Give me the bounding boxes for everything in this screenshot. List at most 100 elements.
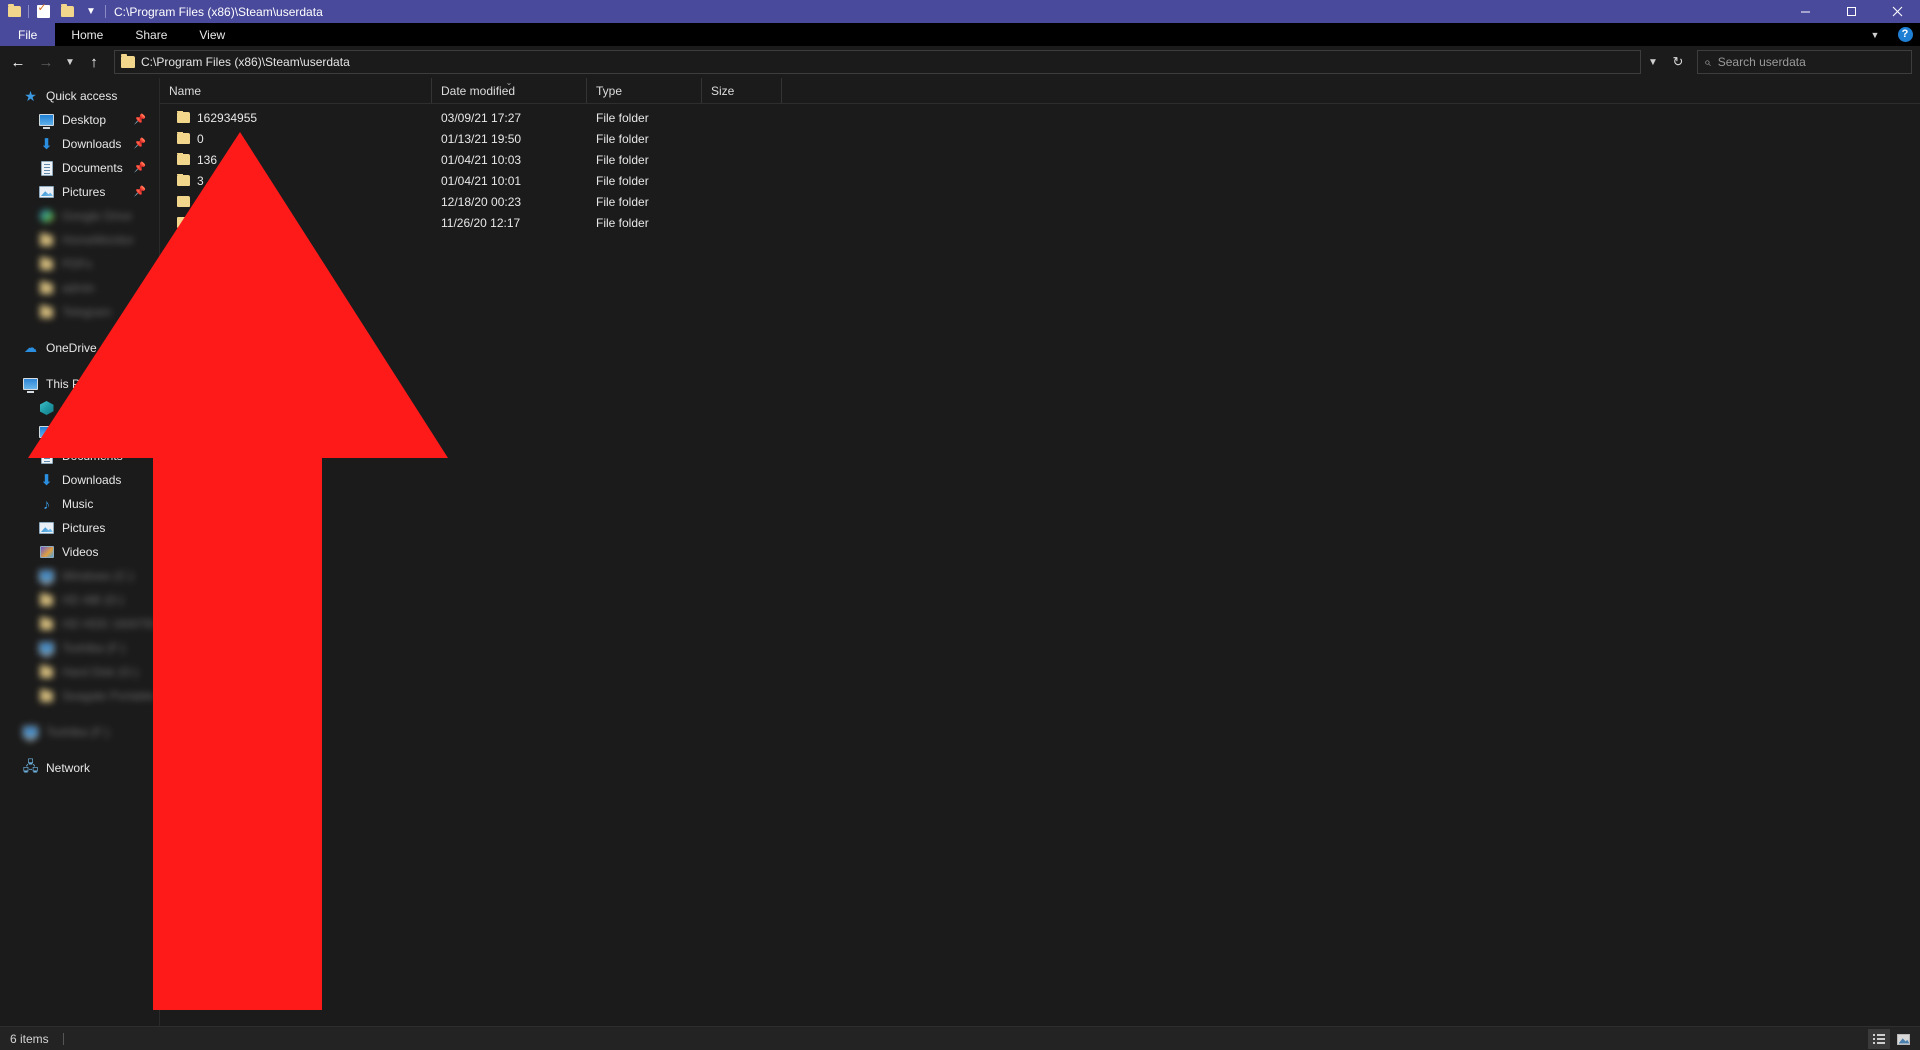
title-bar: ▼ C:\Program Files (x86)\Steam\userdata <box>0 0 1920 23</box>
sidebar-item-redacted-4[interactable]: admin <box>0 276 160 300</box>
status-bar: 6 items <box>0 1026 1920 1050</box>
sidebar-item-redacted-5[interactable]: Telegram <box>0 300 160 324</box>
qat-customize-chevron-icon[interactable]: ▼ <box>79 0 103 23</box>
help-button[interactable]: ? <box>1890 23 1920 46</box>
sidebar-label: Documents <box>62 161 123 175</box>
search-icon: ⌕ <box>1704 54 1711 69</box>
sidebar-item-pc-downloads[interactable]: ⬇ Downloads <box>0 468 160 492</box>
sidebar-item-redacted-2[interactable]: HomeMonitor <box>0 228 160 252</box>
folder-icon <box>38 232 55 249</box>
table-row[interactable]: 3 01/04/21 10:01 File folder <box>160 170 1920 191</box>
tab-share[interactable]: Share <box>119 23 183 46</box>
sidebar-item-redacted-3[interactable]: PDFs <box>0 252 160 276</box>
tab-home[interactable]: Home <box>55 23 119 46</box>
close-button[interactable] <box>1874 0 1920 23</box>
collapse-ribbon-chevron-icon[interactable]: ▼ <box>1860 23 1890 46</box>
tab-view[interactable]: View <box>183 23 241 46</box>
sidebar-label: Music <box>62 497 94 511</box>
sidebar-item-3d-objects[interactable]: 3D Objects <box>0 396 160 420</box>
folder-icon <box>177 173 190 186</box>
sidebar-item-redacted-1[interactable]: Google Drive <box>0 204 160 228</box>
sidebar-item-pc-music[interactable]: ♪ Music <box>0 492 160 516</box>
sidebar-item-documents[interactable]: Documents 📌 <box>0 156 160 180</box>
tab-file[interactable]: File <box>0 23 56 46</box>
folder-icon <box>177 217 190 228</box>
qat-folder-icon[interactable] <box>2 0 26 23</box>
refresh-button[interactable]: ↻ <box>1665 50 1691 74</box>
drive-icon <box>38 616 55 633</box>
sidebar-item-drive-3[interactable]: HD HDD 1600TB (E:) <box>0 612 160 636</box>
column-label: Name <box>169 83 202 98</box>
cell-name: 162934955 <box>160 110 432 125</box>
qat-new-folder-icon[interactable] <box>55 0 79 23</box>
table-row[interactable]: 12/18/20 00:23 File folder <box>160 191 1920 212</box>
back-button[interactable]: ← <box>4 49 32 75</box>
up-button[interactable]: ↑ <box>80 49 108 75</box>
cell-type: File folder <box>596 131 649 146</box>
maximize-button[interactable] <box>1828 0 1874 23</box>
details-view-icon <box>1873 1033 1885 1045</box>
sidebar-item-this-pc[interactable]: This PC <box>0 372 160 396</box>
sidebar-item-drive-6[interactable]: Seagate Portable <box>0 684 160 708</box>
sidebar-item-removable-drive[interactable]: Toshiba (F:) <box>0 720 160 744</box>
sidebar-item-drive-2[interactable]: HD 4tB (D:) <box>0 588 160 612</box>
sidebar-label: Quick access <box>46 89 118 103</box>
pin-icon[interactable]: 📌 <box>134 115 146 126</box>
sidebar-item-quick-access[interactable]: ★ Quick access <box>0 84 160 108</box>
sidebar-label: HD 4tB (D:) <box>62 593 125 607</box>
star-icon: ★ <box>24 87 37 104</box>
address-dropdown-chevron-icon[interactable]: ▼ <box>1641 50 1665 74</box>
ribbon-tab-bar: File Home Share View ▼ ? <box>0 23 1920 46</box>
sidebar-item-onedrive[interactable]: ☁ OneDrive <box>0 336 160 360</box>
sidebar-label: Windows (C:) <box>62 569 135 583</box>
pin-icon[interactable]: 📌 <box>134 139 146 150</box>
details-view-button[interactable] <box>1868 1029 1890 1049</box>
qat-properties-icon[interactable] <box>31 0 55 23</box>
search-box[interactable]: ⌕ Search userdata <box>1697 50 1912 74</box>
sidebar-item-network[interactable]: 🖧 Network <box>0 756 160 780</box>
sidebar-item-drive-4[interactable]: Toshiba (F:) <box>0 636 160 660</box>
table-row[interactable]: 136 01/04/21 10:03 File folder <box>160 149 1920 170</box>
table-row[interactable]: 0 01/13/21 19:50 File folder <box>160 128 1920 149</box>
sidebar-item-pc-documents[interactable]: Documents <box>0 444 160 468</box>
sidebar-item-downloads[interactable]: ⬇ Downloads 📌 <box>0 132 160 156</box>
address-bar[interactable]: C:\Program Files (x86)\Steam\userdata <box>114 50 1641 74</box>
table-row[interactable]: 11/26/20 12:17 File folder <box>160 212 1920 233</box>
column-header-size[interactable]: Size <box>702 78 782 103</box>
cell-name: 3 <box>160 173 432 188</box>
folder-icon <box>38 256 55 273</box>
sidebar-item-drive-1[interactable]: Windows (C:) <box>0 564 160 588</box>
sidebar-item-pictures[interactable]: Pictures 📌 <box>0 180 160 204</box>
sidebar-label: Toshiba (F:) <box>62 641 126 655</box>
column-header-date-modified[interactable]: ⌄ Date modified <box>432 78 587 103</box>
file-name: 0 <box>197 131 204 146</box>
sidebar-label: Seagate Portable <box>62 689 155 703</box>
large-icons-view-button[interactable] <box>1892 1029 1914 1049</box>
pin-icon[interactable]: 📌 <box>134 163 146 174</box>
minimize-button[interactable] <box>1782 0 1828 23</box>
file-name: 162934955 <box>197 110 258 125</box>
column-header-name[interactable]: Name <box>160 78 432 103</box>
sidebar-item-pc-pictures[interactable]: Pictures <box>0 516 160 540</box>
sidebar-item-pc-desktop[interactable]: Desktop <box>0 420 160 444</box>
sidebar-label: admin <box>62 281 95 295</box>
folder-icon <box>38 280 55 297</box>
column-label: Type <box>596 83 623 98</box>
cell-type: File folder <box>596 152 649 167</box>
recent-locations-chevron-icon[interactable]: ▼ <box>60 49 80 75</box>
column-label: Date modified <box>441 83 516 98</box>
column-header-type[interactable]: Type <box>587 78 702 103</box>
sidebar-item-pc-videos[interactable]: Videos <box>0 540 160 564</box>
sidebar-item-drive-5[interactable]: Hard Disk (G:) <box>0 660 160 684</box>
pin-icon[interactable]: 📌 <box>134 187 146 198</box>
forward-button[interactable]: → <box>32 49 60 75</box>
cloud-icon: ☁ <box>24 340 37 355</box>
cell-name: 0 <box>160 131 432 146</box>
sidebar-item-desktop[interactable]: Desktop 📌 <box>0 108 160 132</box>
table-row[interactable]: 162934955 03/09/21 17:27 File folder <box>160 107 1920 128</box>
picture-icon <box>38 520 55 537</box>
cell-date-modified: 03/09/21 17:27 <box>441 110 522 125</box>
file-name: 136 <box>197 152 218 167</box>
